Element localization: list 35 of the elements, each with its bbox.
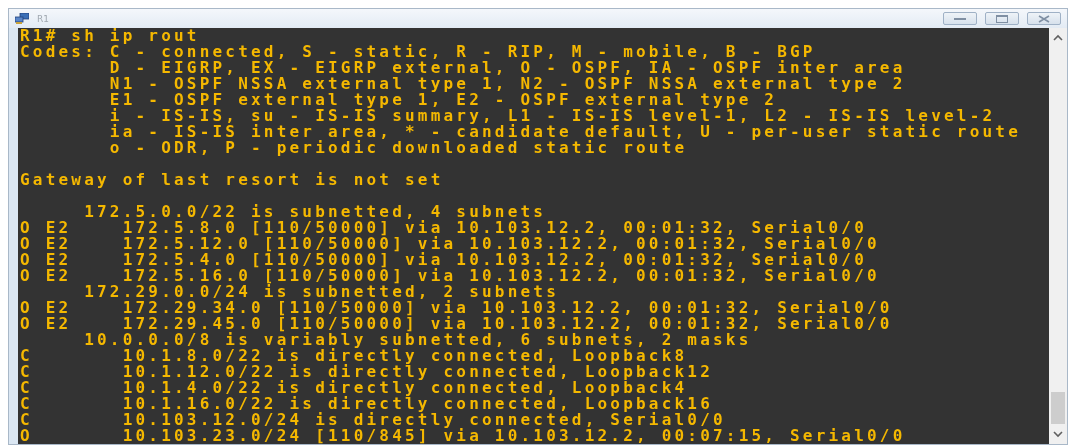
- terminal-line: C 10.103.12.0/24 is directly connected, Serial0/0: [20, 412, 727, 428]
- terminal-line: R1# sh ip rout: [20, 28, 200, 44]
- terminal-line: o - ODR, P - periodic downloaded static route: [108, 140, 689, 156]
- terminal-line: O 10.103.23.0/24 [110/845] via 10.103.12.2, 00:07:15, Serial0/0: [20, 428, 907, 444]
- minimize-button[interactable]: [943, 12, 977, 25]
- terminal-line: O E2 172.5.16.0 [110/50000] via 10.103.12.2, 00:01:32, Serial0/0: [20, 268, 881, 284]
- terminal-line: Codes: C - connected, S - static, R - RIP, M - mobile, B - BGP: [20, 44, 816, 60]
- terminal-line: C 10.1.12.0/22 is directly connected, Loopback12: [20, 364, 714, 380]
- close-icon: [1038, 14, 1050, 23]
- scrollbar[interactable]: [1049, 28, 1067, 444]
- computer-icon: [15, 13, 29, 24]
- terminal-line: N1 - OSPF NSSA external type 1, N2 - OSPF NSSA external type 2: [108, 76, 907, 92]
- scrollbar-thumb[interactable]: [1051, 392, 1065, 424]
- terminal-line: O E2 172.5.12.0 [110/50000] via 10.103.12.2, 00:01:32, Serial0/0: [20, 236, 881, 252]
- window-title: R1: [37, 13, 50, 24]
- terminal-line: 172.29.0.0/24 is subnetted, 2 subnets: [83, 284, 559, 300]
- terminal-line: C 10.1.4.0/22 is directly connected, Loopback4: [20, 380, 688, 396]
- maximize-icon: [996, 14, 1008, 23]
- terminal-line: O E2 172.29.45.0 [110/50000] via 10.103.12.2, 00:01:32, Serial0/0: [20, 316, 894, 332]
- maximize-button[interactable]: [985, 12, 1019, 25]
- scroll-up-icon[interactable]: [1053, 34, 1063, 42]
- terminal-line: D - EIGRP, EX - EIGRP external, O - OSPF, IA - OSPF inter area: [108, 60, 907, 76]
- terminal-line: Gateway of last resort is not set: [20, 172, 445, 188]
- terminal-line: C 10.1.8.0/22 is directly connected, Loopback8: [20, 348, 689, 364]
- terminal-line: E1 - OSPF external type 1, E2 - OSPF external type 2: [108, 92, 779, 108]
- terminal-line: i - IS-IS, su - IS-IS summary, L1 - IS-IS level-1, L2 - IS-IS level-2: [108, 108, 997, 124]
- close-button[interactable]: [1027, 12, 1061, 25]
- terminal-line: ia - IS-IS inter area, * - candidate default, U - per-user static route: [108, 124, 1022, 140]
- terminal-line: O E2 172.5.4.0 [110/50000] via 10.103.12.2, 00:01:32, Serial0/0: [20, 252, 867, 268]
- terminal-line: C 10.1.16.0/22 is directly connected, Loopback16: [20, 396, 713, 412]
- terminal-line: 10.0.0.0/8 is variably subnetted, 6 subnets, 2 masks: [83, 332, 752, 348]
- terminal-line: 172.5.0.0/22 is subnetted, 4 subnets: [83, 204, 548, 220]
- terminal-line: O E2 172.5.8.0 [110/50000] via 10.103.12.2, 00:01:32, Serial0/0: [20, 220, 867, 236]
- scroll-down-icon[interactable]: [1053, 430, 1063, 438]
- terminal-line: O E2 172.29.34.0 [110/50000] via 10.103.12.2, 00:01:32, Serial0/0: [20, 300, 894, 316]
